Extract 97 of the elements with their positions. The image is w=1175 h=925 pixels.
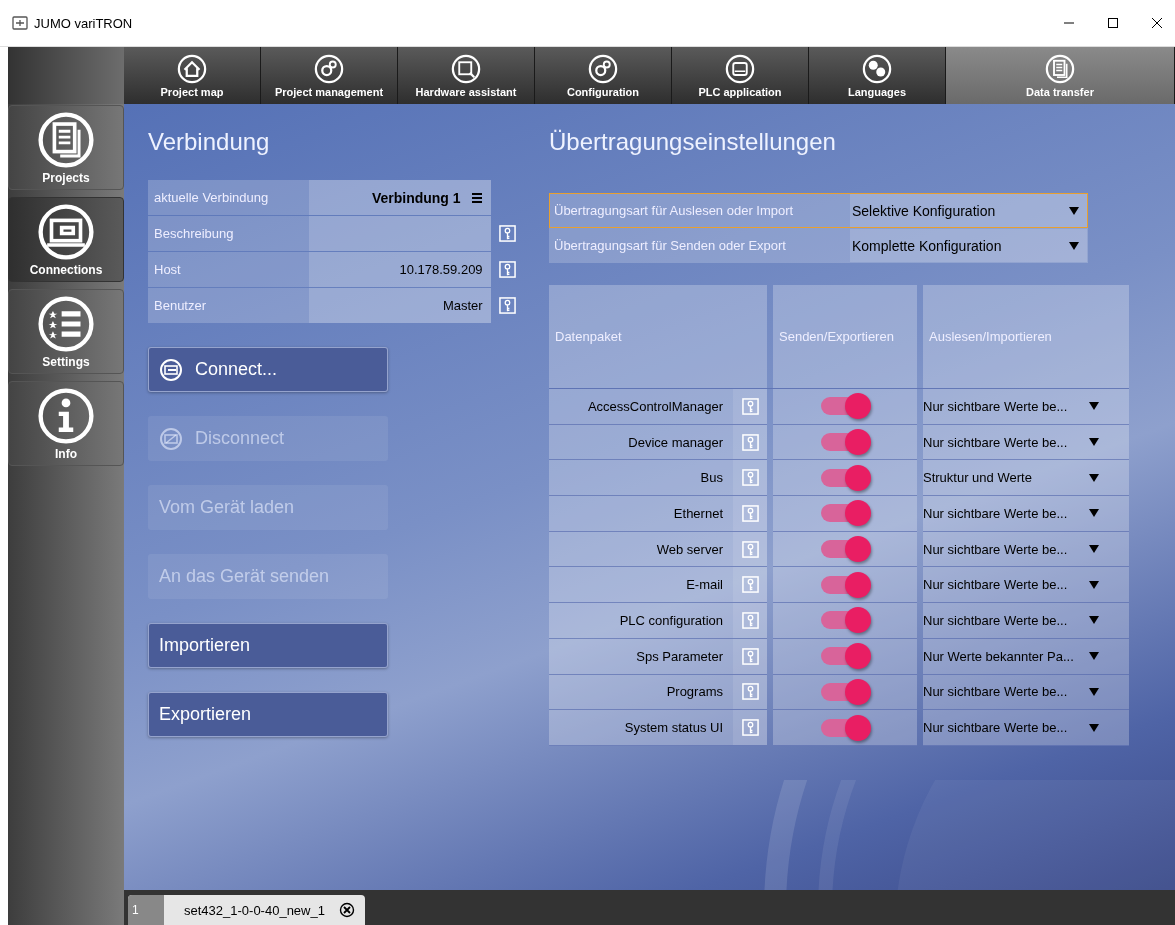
plug-icon [159, 357, 183, 382]
dropdown[interactable]: Nur sichtbare Werte be... [923, 567, 1129, 603]
key-icon[interactable] [741, 397, 759, 415]
caret-icon [1089, 508, 1099, 519]
document-icon [1045, 53, 1075, 84]
value-text: 10.178.59.209 [399, 262, 483, 277]
key-icon[interactable] [741, 469, 759, 487]
caret-icon [1089, 651, 1099, 662]
value-text: Master [442, 298, 483, 313]
dropdown[interactable]: Selektive Konfiguration [850, 194, 1087, 227]
toolbar-tab[interactable]: Data transfer [946, 47, 1175, 104]
table-cell-text: AccessControlManager [587, 398, 724, 414]
setting-label: Übertragungsart für Senden oder Export [553, 237, 787, 255]
caret-icon [1089, 722, 1099, 733]
dropdown[interactable]: Komplette Konfiguration [850, 229, 1087, 262]
key-icon[interactable] [741, 576, 759, 594]
caret-icon [1069, 240, 1079, 251]
table-cell: Benutzer [148, 288, 309, 323]
caret-icon [1089, 579, 1099, 590]
close-icon[interactable] [1151, 17, 1163, 29]
caret-icon [1089, 472, 1099, 483]
dropdown[interactable]: Nur Werte bekannter Pa... [923, 638, 1129, 674]
close-icon[interactable] [338, 902, 355, 918]
unplug-icon [159, 426, 183, 451]
dropdown[interactable]: Nur sichtbare Werte be... [923, 496, 1129, 531]
key-icon[interactable] [741, 611, 759, 629]
column-header: Senden/Exportieren [773, 285, 917, 388]
toolbar-tab[interactable]: PLC application [672, 47, 809, 104]
dropdown[interactable]: Nur sichtbare Werte be... [923, 674, 1129, 710]
table-cell-text: Ethernet [673, 505, 724, 521]
table-cell-text: Bus [700, 470, 724, 486]
table-cell: Beschreibung [148, 216, 309, 251]
setting-row[interactable]: Übertragungsart für Auslesen oder Import Selektive Konfiguration [549, 193, 1088, 228]
setting-label: Übertragungsart für Auslesen oder Import [553, 202, 795, 220]
dropdown[interactable]: Nur sichtbare Werte be... [923, 389, 1129, 424]
document-icon [37, 110, 95, 169]
toolbar-tab[interactable]: Hardware assistant [398, 47, 535, 104]
file-tab[interactable]: 1 set432_1-0-0-40_new_1 [128, 895, 365, 925]
key-icon[interactable] [499, 297, 517, 314]
toolbar-tab[interactable]: Configuration [535, 47, 672, 104]
key-icon[interactable] [499, 225, 517, 242]
caret-icon [1089, 615, 1099, 626]
table-cell-text: PLC configuration [619, 612, 724, 628]
window-title: JUMO variTRON [34, 15, 133, 31]
action-button[interactable]: Connect... [148, 347, 388, 392]
action-button[interactable]: Exportieren [148, 692, 388, 737]
key-icon[interactable] [499, 261, 517, 278]
setting-row[interactable]: Übertragungsart für Senden oder Export Komplette Konfiguration [549, 228, 1088, 263]
caret-icon [1089, 686, 1099, 697]
dropdown[interactable]: Nur sichtbare Werte be... [923, 710, 1129, 745]
gears-icon [588, 53, 618, 84]
dropdown[interactable]: Nur sichtbare Werte be... [923, 424, 1129, 460]
info-icon [37, 386, 95, 445]
section-heading: Verbindung [148, 128, 271, 157]
toolbar-tab[interactable]: Languages [809, 47, 946, 104]
table-cell-text: Programs [666, 684, 724, 700]
toolbar-tab[interactable]: Project map [124, 47, 261, 104]
value-text: Verbindung 1 [371, 189, 461, 206]
dropdown[interactable]: Nur sichtbare Werte be... [923, 603, 1129, 638]
table-cell-text: Device manager [628, 434, 724, 450]
column-header: Auslesen/Importieren [923, 285, 1129, 388]
key-icon[interactable] [741, 647, 759, 665]
table-cell: aktuelle Verbindung [148, 180, 309, 215]
table-cell-text: E-mail [686, 577, 724, 593]
menu-icon[interactable] [470, 191, 483, 204]
maximize-icon[interactable] [1107, 17, 1119, 29]
table-cell-text: System status UI [624, 720, 724, 736]
key-icon[interactable] [741, 719, 759, 737]
caret-icon [1089, 437, 1099, 448]
column-header: Datenpaket [549, 285, 767, 388]
section-heading: Übertragungseinstellungen [549, 128, 837, 157]
plc-icon [725, 53, 755, 84]
tab-number: 1 [128, 895, 164, 925]
dropdown[interactable]: Struktur und Werte [923, 460, 1129, 496]
key-icon[interactable] [741, 683, 759, 701]
gears-icon [314, 53, 344, 84]
sidebar-item[interactable]: Projects [8, 105, 124, 190]
app-icon [12, 15, 28, 31]
table-cell-text: Web server [656, 541, 724, 557]
key-icon[interactable] [741, 540, 759, 558]
table-cell: Host [148, 252, 309, 287]
caret-icon [1069, 205, 1079, 216]
tab-title: set432_1-0-0-40_new_1 [183, 902, 326, 918]
dropdown[interactable]: Nur sichtbare Werte be... [923, 531, 1129, 567]
table-cell-text: Sps Parameter [636, 648, 724, 664]
list-icon [37, 294, 95, 353]
sidebar-item[interactable]: Info [8, 381, 124, 466]
sidebar-item[interactable]: Settings [8, 289, 124, 374]
laptop-icon [37, 202, 95, 261]
key-icon[interactable] [741, 433, 759, 451]
caret-icon [1089, 401, 1099, 412]
caret-icon [1089, 544, 1099, 555]
action-button[interactable]: Importieren [148, 623, 388, 668]
key-icon[interactable] [741, 504, 759, 522]
toolbar-tab[interactable]: Project management [261, 47, 398, 104]
sidebar-item[interactable]: Connections [8, 197, 124, 282]
house-icon [177, 53, 207, 84]
